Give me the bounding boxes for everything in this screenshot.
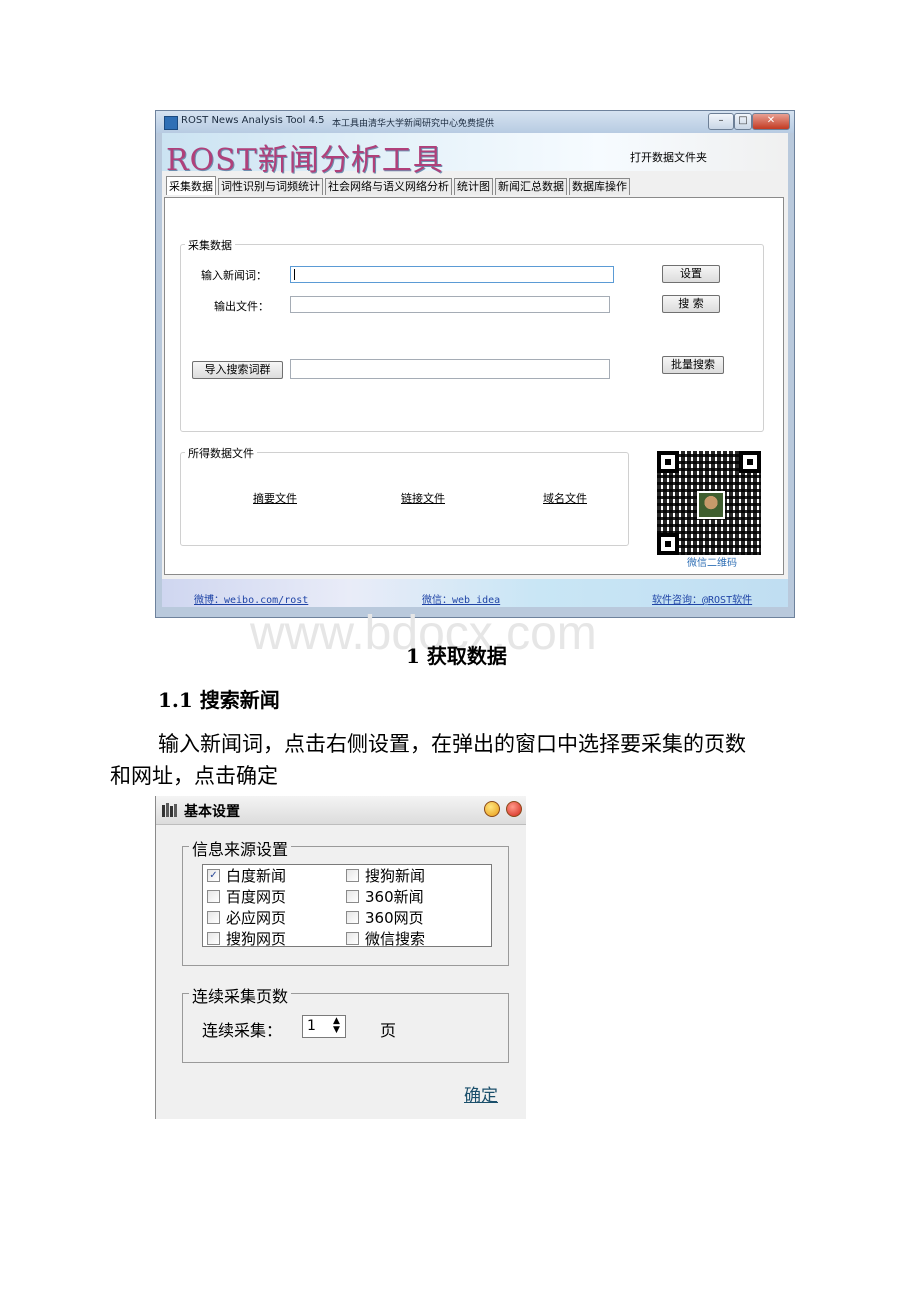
source-label: 搜狗新闻 [365, 867, 426, 885]
wechat-link[interactable]: 微信：web idea [422, 591, 500, 606]
collect-group-legend: 采集数据 [185, 237, 235, 253]
news-word-input[interactable] [290, 266, 614, 283]
qr-label: 微信二维码 [687, 558, 737, 569]
weibo-link[interactable]: 微博：weibo.com/rost [194, 591, 308, 606]
qr-finder [739, 451, 761, 473]
files-group: 所得数据文件 摘要文件 链接文件 域名文件 [180, 445, 629, 546]
pages-unit: 页 [380, 1021, 397, 1040]
maximize-button[interactable]: □ [734, 113, 752, 130]
checkbox-icon[interactable] [346, 932, 359, 945]
rost-window: ROST News Analysis Tool 4.5 本工具由清华大学新闻研究… [155, 110, 795, 618]
source-360-news[interactable]: 360新闻 [346, 887, 425, 908]
qr-finder [657, 451, 679, 473]
wechat-qr-code [657, 451, 761, 555]
link-file-link[interactable]: 链接文件 [401, 490, 445, 506]
consult-link[interactable]: 软件咨询：@ROST软件 [652, 591, 752, 606]
tab-panel: 采集数据 输入新闻词： 设置 输出文件： 搜 索 导入搜索词群 批量搜索 所得数… [164, 197, 784, 575]
checkbox-icon[interactable] [346, 911, 359, 924]
window-title: ROST News Analysis Tool 4.5 [181, 115, 325, 126]
title-bar: ROST News Analysis Tool 4.5 本工具由清华大学新闻研究… [156, 111, 794, 133]
pages-value: 1 [307, 1018, 316, 1034]
source-label: 微信搜索 [365, 930, 426, 948]
checkbox-icon[interactable] [346, 890, 359, 903]
source-bing-web[interactable]: 必应网页 [207, 908, 286, 929]
window-client: ROST新闻分析工具 打开数据文件夹 采集数据 词性识别与词频统计 社会网络与语… [162, 133, 788, 579]
tab-collect-data[interactable]: 采集数据 [166, 176, 216, 195]
settings-dialog: 基本设置 信息来源设置 ✓ 白度新闻 百度网页 必应网页 搜狗网页 搜狗新闻 36… [155, 796, 526, 1119]
dialog-title-bar: 基本设置 [156, 796, 526, 825]
footer-bar: 微博：weibo.com/rost 微信：web idea 软件咨询：@ROST… [162, 579, 788, 607]
source-label: 百度网页 [226, 888, 287, 906]
minimize-button[interactable]: – [708, 113, 734, 130]
checkbox-icon[interactable] [207, 911, 220, 924]
source-sogou-news[interactable]: 搜狗新闻 [346, 866, 425, 887]
collect-group: 采集数据 输入新闻词： 设置 输出文件： 搜 索 导入搜索词群 批量搜索 [180, 237, 764, 432]
source-label: 必应网页 [226, 909, 287, 927]
qr-avatar [697, 491, 725, 519]
source-label: 360网页 [365, 909, 424, 927]
checkbox-checked-icon[interactable]: ✓ [207, 869, 220, 882]
output-file-label: 输出文件： [214, 300, 269, 313]
settings-button[interactable]: 设置 [662, 265, 720, 283]
text-caret [294, 269, 295, 280]
batch-search-button[interactable]: 批量搜索 [662, 356, 724, 374]
window-subtitle: 本工具由清华大学新闻研究中心免费提供 [332, 119, 495, 129]
paragraph-line-1: 输入新闻词，点击右侧设置，在弹出的窗口中选择要采集的页数 [158, 732, 746, 756]
summary-file-link[interactable]: 摘要文件 [253, 490, 297, 506]
checkbox-icon[interactable] [346, 869, 359, 882]
open-data-folder-link[interactable]: 打开数据文件夹 [630, 149, 707, 165]
news-word-label: 输入新闻词： [201, 269, 267, 282]
section-title: 1 获取数据 [406, 644, 507, 668]
dialog-title: 基本设置 [184, 804, 240, 820]
tab-bar: 采集数据 词性识别与词频统计 社会网络与语义网络分析 统计图 新闻汇总数据 数据… [166, 176, 632, 196]
source-baidu-news[interactable]: ✓ 白度新闻 [207, 866, 286, 887]
source-column-right: 搜狗新闻 360新闻 360网页 微信搜索 [346, 866, 425, 950]
paragraph-line-2: 和网址，点击确定 [110, 764, 278, 788]
banner-title: ROST新闻分析工具 [166, 143, 444, 178]
books-icon [162, 803, 177, 817]
tab-pos-word-frequency[interactable]: 词性识别与词频统计 [218, 178, 323, 195]
source-label: 360新闻 [365, 888, 424, 906]
tab-news-summary[interactable]: 新闻汇总数据 [495, 178, 567, 195]
files-group-legend: 所得数据文件 [185, 445, 257, 461]
output-file-input[interactable] [290, 296, 610, 313]
subsection-title: 1.1 搜索新闻 [158, 688, 280, 712]
qr-finder [657, 533, 679, 555]
source-label: 白度新闻 [226, 867, 287, 885]
source-baidu-web[interactable]: 百度网页 [207, 887, 286, 908]
source-settings-legend: 信息来源设置 [189, 836, 292, 860]
source-list: ✓ 白度新闻 百度网页 必应网页 搜狗网页 搜狗新闻 360新闻 360网页 微信… [202, 864, 492, 950]
source-wechat-search[interactable]: 微信搜索 [346, 929, 425, 950]
checkbox-icon[interactable] [207, 932, 220, 945]
source-column-left: ✓ 白度新闻 百度网页 必应网页 搜狗网页 [207, 866, 286, 950]
banner: ROST新闻分析工具 打开数据文件夹 [162, 133, 788, 178]
domain-file-link[interactable]: 域名文件 [543, 490, 587, 506]
close-orb-button[interactable] [506, 801, 522, 817]
source-sogou-web[interactable]: 搜狗网页 [207, 929, 286, 950]
checkbox-icon[interactable] [207, 890, 220, 903]
tab-database[interactable]: 数据库操作 [569, 178, 630, 195]
pages-spinner[interactable]: 1 ▲ ▼ [302, 1015, 346, 1038]
pages-legend: 连续采集页数 [189, 983, 292, 1007]
source-label: 搜狗网页 [226, 930, 287, 948]
source-360-web[interactable]: 360网页 [346, 908, 425, 929]
tab-charts[interactable]: 统计图 [454, 178, 493, 195]
app-icon [164, 116, 178, 130]
pages-label: 连续采集： [202, 1021, 283, 1040]
search-words-input[interactable] [290, 359, 610, 379]
minimize-orb-button[interactable] [484, 801, 500, 817]
search-button[interactable]: 搜 索 [662, 295, 720, 313]
spinner-arrows-icon[interactable]: ▲ ▼ [333, 1017, 340, 1035]
close-button[interactable]: ✕ [752, 113, 790, 130]
import-search-words-button[interactable]: 导入搜索词群 [192, 361, 283, 379]
tab-network-analysis[interactable]: 社会网络与语义网络分析 [325, 178, 452, 195]
ok-button[interactable]: 确定 [464, 1081, 498, 1106]
